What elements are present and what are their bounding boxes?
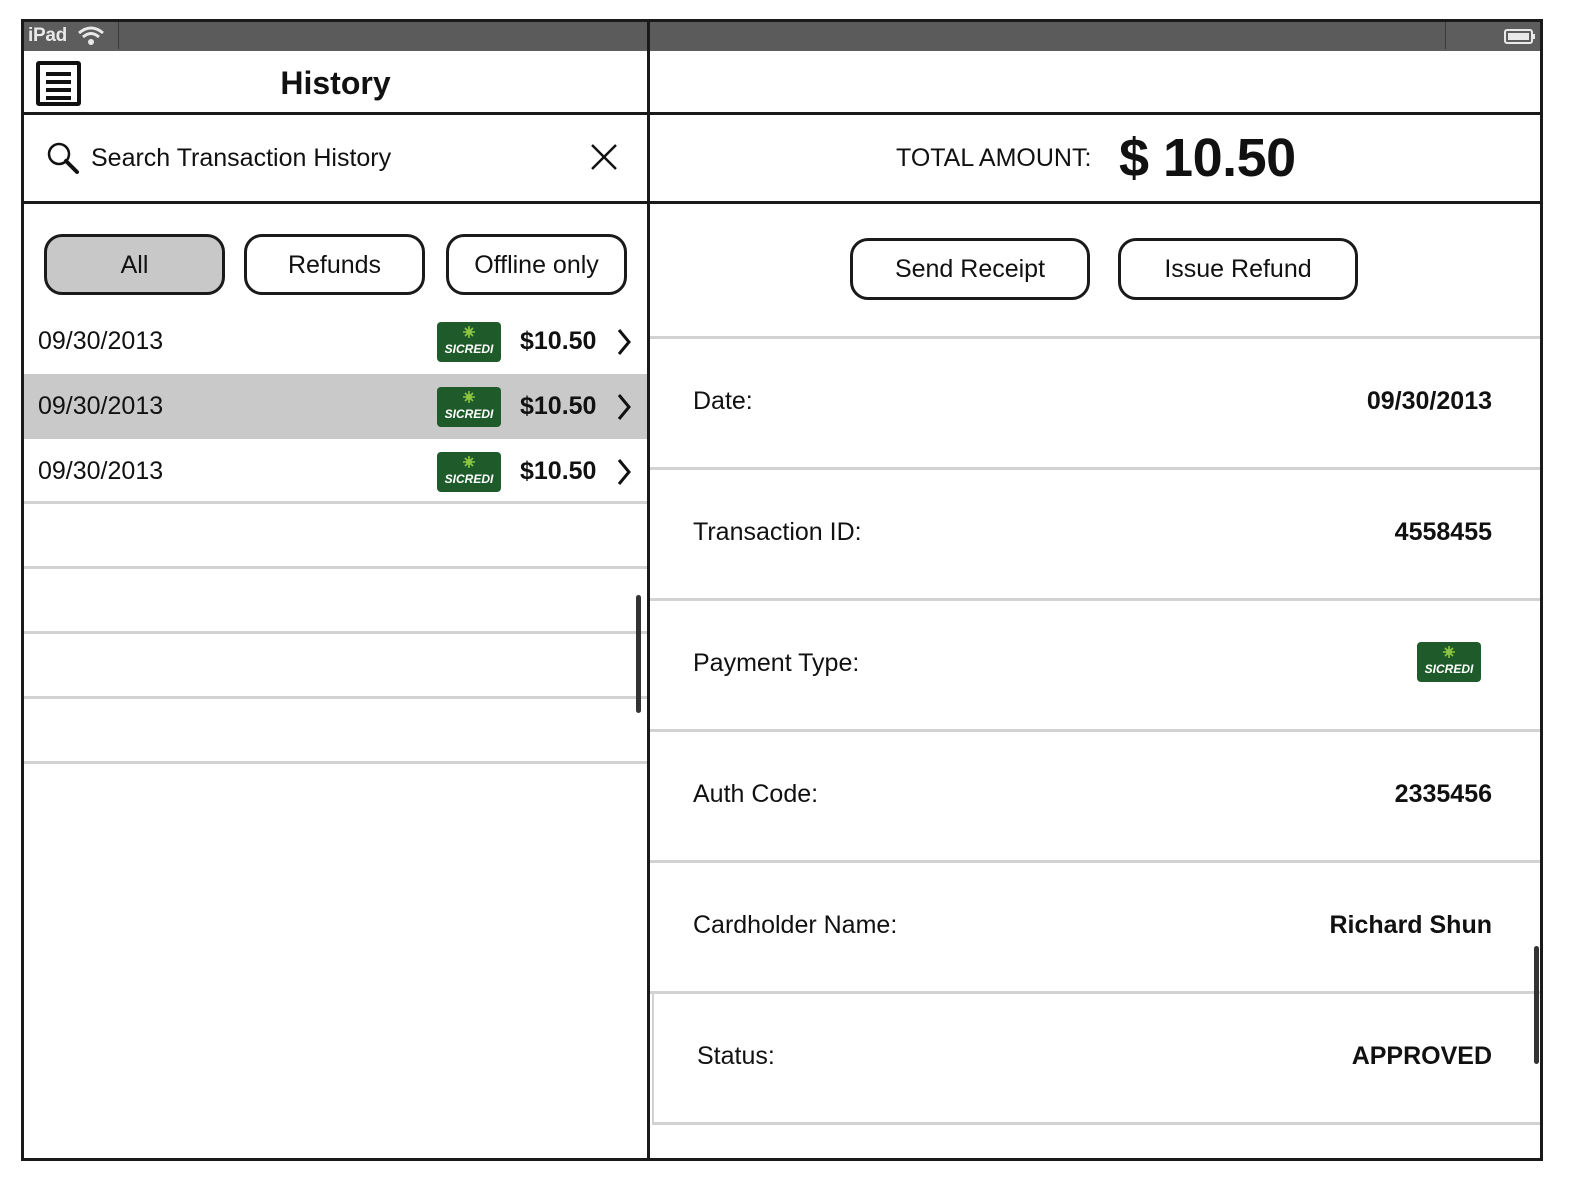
search-icon <box>47 142 79 174</box>
payment-type-label: Payment Type: <box>693 649 860 677</box>
status-value: APPROVED <box>1351 1042 1492 1070</box>
transaction-list: 09/30/2013 SICREDI $10.50 09/30/2013 SIC… <box>24 309 647 764</box>
transaction-amount: $10.50 <box>520 392 597 420</box>
sicredi-logo-text: SICREDI <box>1425 662 1474 676</box>
transaction-row[interactable]: 09/30/2013 SICREDI $10.50 <box>24 309 647 374</box>
total-amount-bar: TOTAL AMOUNT: $ 10.50 <box>650 115 1540 204</box>
sicredi-card-icon: SICREDI <box>437 387 501 427</box>
sicredi-logo-text: SICREDI <box>445 472 494 486</box>
chevron-right-icon <box>617 394 631 420</box>
cardholder-value: Richard Shun <box>1329 911 1492 939</box>
detail-row-transaction-id: Transaction ID: 4558455 <box>650 470 1540 601</box>
detail-actions: Send Receipt Issue Refund <box>650 204 1540 339</box>
transaction-details: Date: 09/30/2013 Transaction ID: 4558455… <box>650 339 1540 1125</box>
search-bar <box>24 115 647 204</box>
page-title: History <box>24 65 647 102</box>
detail-row-auth-code: Auth Code: 2335456 <box>650 732 1540 863</box>
chevron-right-icon <box>617 329 631 355</box>
transaction-row[interactable]: 09/30/2013 SICREDI $10.50 <box>24 439 647 504</box>
transaction-date: 09/30/2013 <box>38 392 164 420</box>
total-amount-label: TOTAL AMOUNT: <box>896 144 1092 172</box>
search-input[interactable] <box>91 141 571 175</box>
wifi-icon <box>78 26 104 45</box>
page-title-text: History <box>280 65 391 101</box>
date-value: 09/30/2013 <box>1366 387 1492 415</box>
status-bar-center <box>118 22 1446 49</box>
date-label: Date: <box>693 387 753 415</box>
detail-row-status: Status: APPROVED <box>652 994 1540 1125</box>
empty-list-row <box>24 699 647 764</box>
status-label: Status: <box>697 1042 775 1070</box>
list-scrollbar[interactable] <box>636 595 641 713</box>
battery-icon <box>1504 29 1535 44</box>
chevron-right-icon <box>617 459 631 485</box>
auth-code-label: Auth Code: <box>693 780 819 808</box>
sicredi-card-icon: SICREDI <box>437 452 501 492</box>
detail-row-payment-type: Payment Type: SICREDI <box>650 601 1540 732</box>
status-bar: iPad <box>24 22 1540 51</box>
ipad-frame: iPad History Search Transaction History … <box>21 19 1543 1161</box>
filter-offline-button[interactable]: Offline only <box>446 234 627 295</box>
empty-list-row <box>24 634 647 699</box>
detail-header <box>650 51 1540 115</box>
carrier-label: iPad <box>28 25 67 46</box>
total-amount-value: $ 10.50 <box>1119 128 1296 188</box>
transaction-date: 09/30/2013 <box>38 327 164 355</box>
cardholder-label: Cardholder Name: <box>693 911 898 939</box>
sicredi-card-icon: SICREDI <box>437 322 501 362</box>
sicredi-card-icon: SICREDI <box>1417 642 1481 682</box>
filter-refunds-button[interactable]: Refunds <box>244 234 425 295</box>
history-header: History <box>24 51 647 115</box>
issue-refund-button[interactable]: Issue Refund <box>1118 238 1358 300</box>
send-receipt-button[interactable]: Send Receipt <box>850 238 1090 300</box>
auth-code-value: 2335456 <box>1394 780 1492 808</box>
sicredi-logo-text: SICREDI <box>445 342 494 356</box>
detail-row-date: Date: 09/30/2013 <box>650 339 1540 470</box>
transaction-date: 09/30/2013 <box>38 457 164 485</box>
transaction-id-label: Transaction ID: <box>693 518 862 546</box>
close-icon[interactable] <box>590 143 618 171</box>
empty-list-row <box>24 569 647 634</box>
transaction-amount: $10.50 <box>520 457 597 485</box>
transaction-amount: $10.50 <box>520 327 597 355</box>
filter-bar: All Refunds Offline only <box>24 204 647 314</box>
empty-list-row <box>24 504 647 569</box>
transaction-row[interactable]: 09/30/2013 SICREDI $10.50 <box>24 374 647 439</box>
details-scrollbar[interactable] <box>1534 946 1539 1064</box>
detail-row-cardholder: Cardholder Name: Richard Shun <box>650 863 1540 994</box>
filter-all-button[interactable]: All <box>44 234 225 295</box>
sicredi-logo-text: SICREDI <box>445 407 494 421</box>
transaction-id-value: 4558455 <box>1394 518 1492 546</box>
